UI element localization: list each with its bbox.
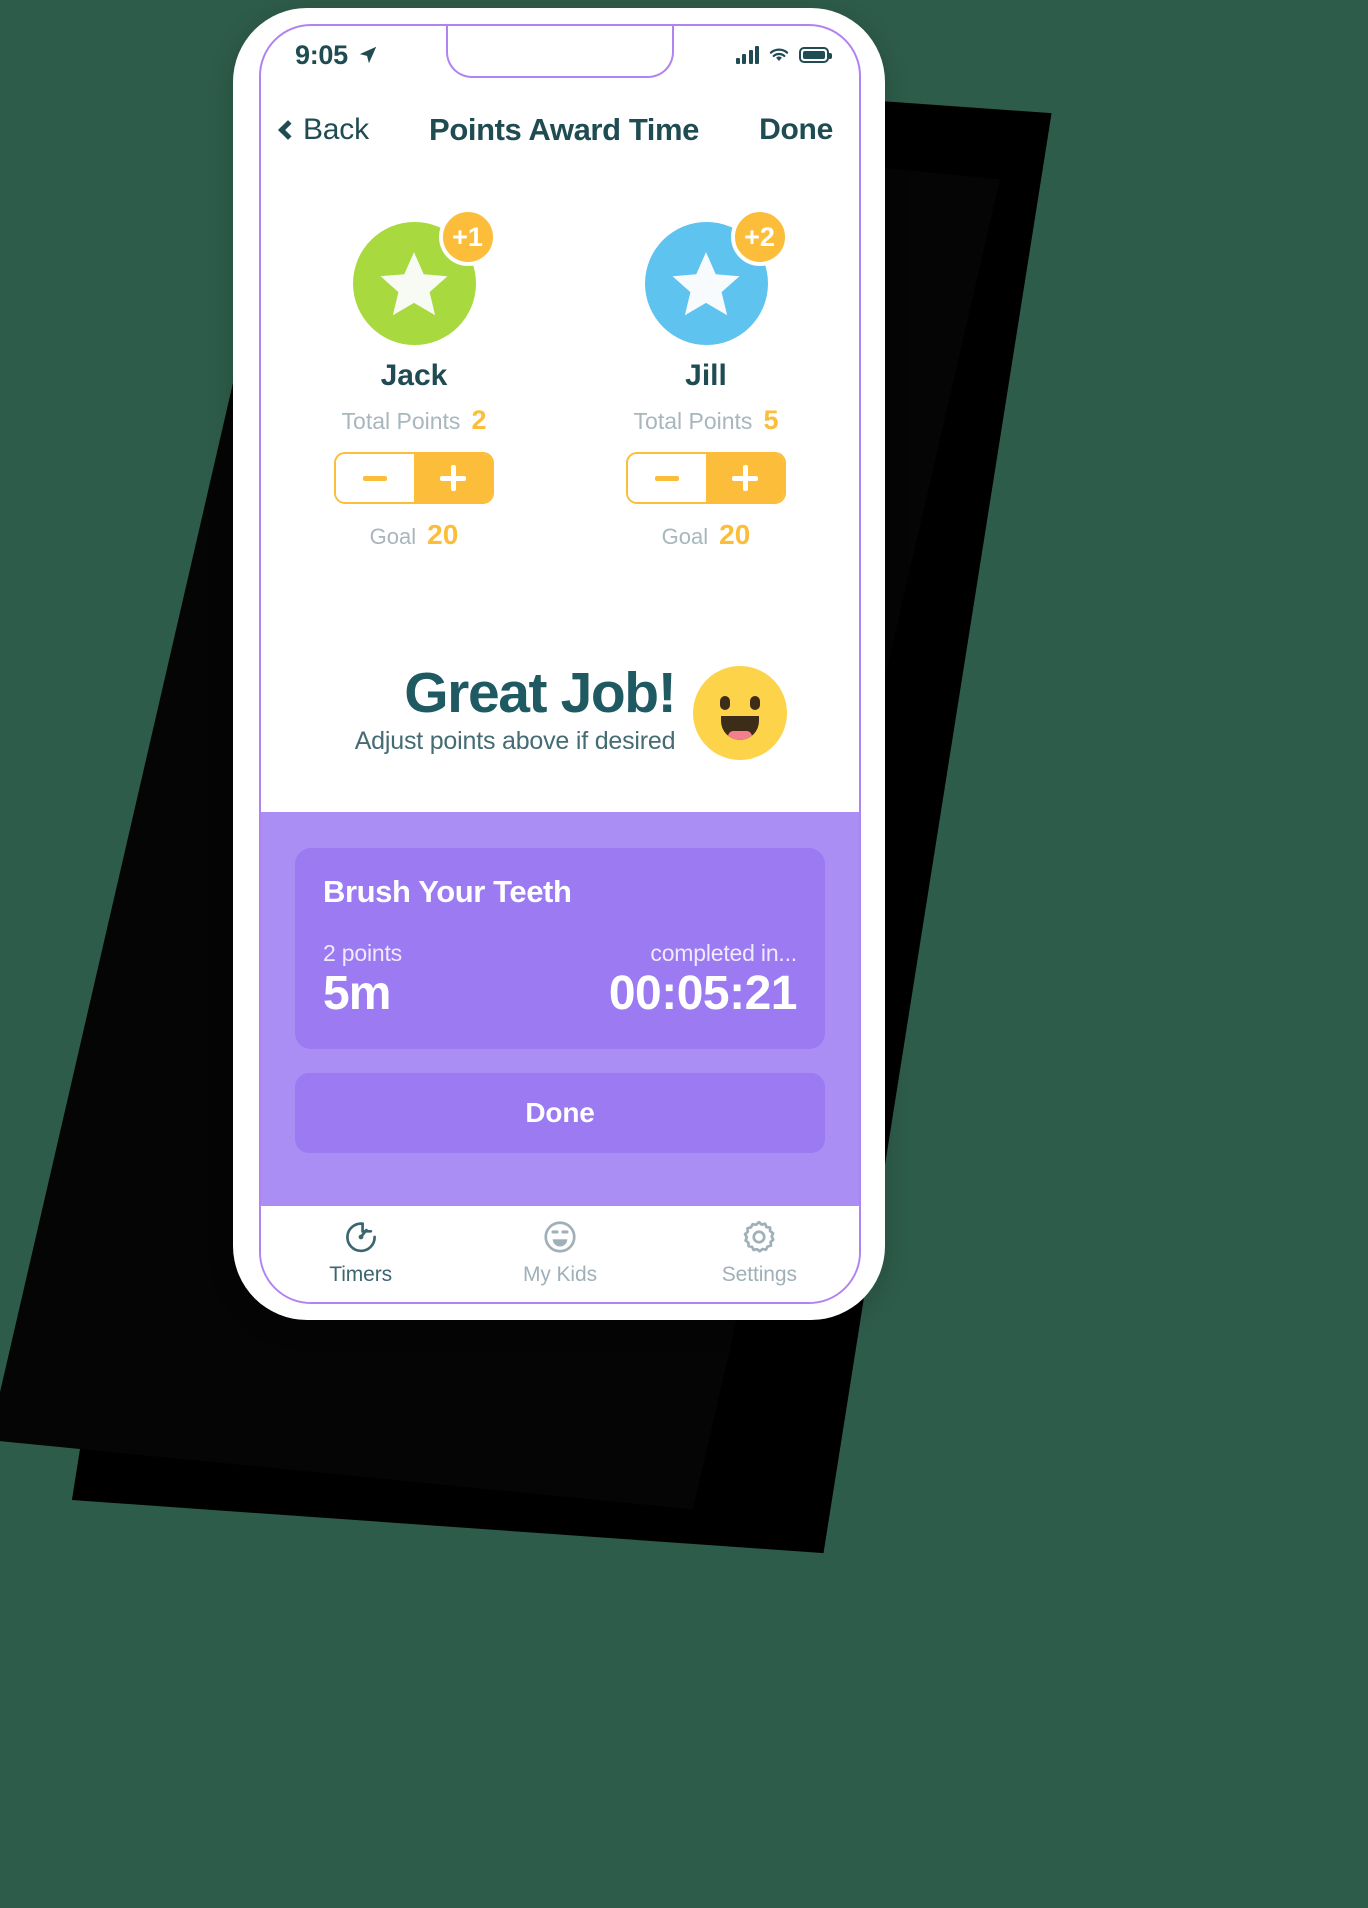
increment-points-button[interactable] xyxy=(414,454,492,502)
screenshot-stage: 9:05 Back Points Award Time Done +1 Jack… xyxy=(0,0,1368,1908)
points-badge: +1 xyxy=(438,208,497,266)
praise-subtitle: Adjust points above if desired xyxy=(354,727,676,756)
smiling-face-open-mouth-icon xyxy=(693,666,788,760)
status-time: 9:05 xyxy=(295,39,348,70)
kids-row: +1 Jack Total Points 2 Goal 20 +2 Jill T… xyxy=(261,208,859,551)
emoji-mouth xyxy=(721,716,760,740)
star-icon xyxy=(672,251,740,315)
total-points-label: Total Points xyxy=(633,408,753,434)
kid-card-jack: +1 Jack Total Points 2 Goal 20 xyxy=(316,208,512,551)
task-done-button[interactable]: Done xyxy=(295,1073,825,1154)
tab-label: Timers xyxy=(329,1263,393,1286)
emoji-eye-right xyxy=(750,696,761,710)
tab-settings[interactable]: Settings xyxy=(661,1218,858,1287)
task-card[interactable]: Brush Your Teeth 2 points 5m completed i… xyxy=(295,848,825,1050)
task-title: Brush Your Teeth xyxy=(323,874,572,909)
decrement-points-button[interactable] xyxy=(628,454,706,502)
bottom-tab-bar: Timers My Kids Settings xyxy=(261,1206,859,1302)
gear-icon xyxy=(744,1220,775,1253)
phone-screen: 9:05 Back Points Award Time Done +1 Jack… xyxy=(259,24,861,1304)
emoji-eye-left xyxy=(720,696,731,710)
task-duration: 5m xyxy=(323,967,391,1020)
total-points-label: Total Points xyxy=(341,408,461,434)
tab-my-kids[interactable]: My Kids xyxy=(461,1218,658,1287)
kid-total-points: Total Points 5 xyxy=(634,405,779,436)
praise-text: Great Job! Adjust points above if desire… xyxy=(354,660,677,757)
back-button[interactable]: Back xyxy=(275,113,369,147)
chevron-left-icon xyxy=(278,120,298,140)
points-stepper xyxy=(334,452,494,504)
total-points-value: 2 xyxy=(471,405,487,435)
kid-goal: Goal 20 xyxy=(370,519,459,551)
points-badge: +2 xyxy=(730,208,789,266)
page-title: Points Award Time xyxy=(429,112,700,147)
navigation-bar: Back Points Award Time Done xyxy=(261,96,859,164)
nav-done-button[interactable]: Done xyxy=(759,113,833,147)
status-bar: 9:05 xyxy=(261,26,859,82)
total-points-value: 5 xyxy=(763,405,779,435)
kids-section: +1 Jack Total Points 2 Goal 20 +2 Jill T… xyxy=(261,208,859,551)
task-details-row: 2 points 5m completed in... 00:05:21 xyxy=(323,940,798,1020)
task-points: 2 points xyxy=(323,940,402,966)
praise-section: Great Job! Adjust points above if desire… xyxy=(261,660,859,760)
kid-name: Jack xyxy=(380,359,448,392)
task-duration-group: 2 points 5m xyxy=(323,940,402,1019)
battery-full-icon xyxy=(799,47,832,63)
tab-timers[interactable]: Timers xyxy=(262,1218,459,1287)
tab-label: Settings xyxy=(721,1263,797,1286)
praise-title: Great Job! xyxy=(404,660,676,725)
tab-label: My Kids xyxy=(523,1263,597,1286)
cellular-bars-icon xyxy=(735,46,759,64)
kid-name: Jill xyxy=(685,359,727,392)
active-timer-panel: Brush Your Teeth 2 points 5m completed i… xyxy=(261,812,859,1210)
goal-value: 20 xyxy=(719,519,751,550)
kid-goal: Goal 20 xyxy=(662,519,751,551)
status-bar-right xyxy=(735,46,832,64)
back-button-label: Back xyxy=(303,113,369,146)
timer-icon xyxy=(345,1222,376,1253)
goal-label: Goal xyxy=(369,524,417,549)
kid-total-points: Total Points 2 xyxy=(342,405,487,436)
decrement-points-button[interactable] xyxy=(336,454,414,502)
points-stepper xyxy=(626,452,786,504)
goal-value: 20 xyxy=(427,519,459,550)
task-elapsed-group: completed in... 00:05:21 xyxy=(608,940,798,1020)
task-elapsed-time: 00:05:21 xyxy=(608,967,798,1020)
status-bar-left: 9:05 xyxy=(295,40,379,71)
kid-card-jill: +2 Jill Total Points 5 Goal 20 xyxy=(608,208,804,551)
avatar-wrapper: +1 xyxy=(352,208,497,345)
goal-label: Goal xyxy=(661,524,709,549)
wifi-icon xyxy=(769,48,789,62)
star-icon xyxy=(380,251,448,315)
task-completed-label: completed in... xyxy=(650,940,797,966)
smiley-face-icon xyxy=(544,1221,576,1253)
location-arrow-icon xyxy=(359,46,377,64)
avatar-wrapper: +2 xyxy=(644,208,789,345)
increment-points-button[interactable] xyxy=(706,454,784,502)
